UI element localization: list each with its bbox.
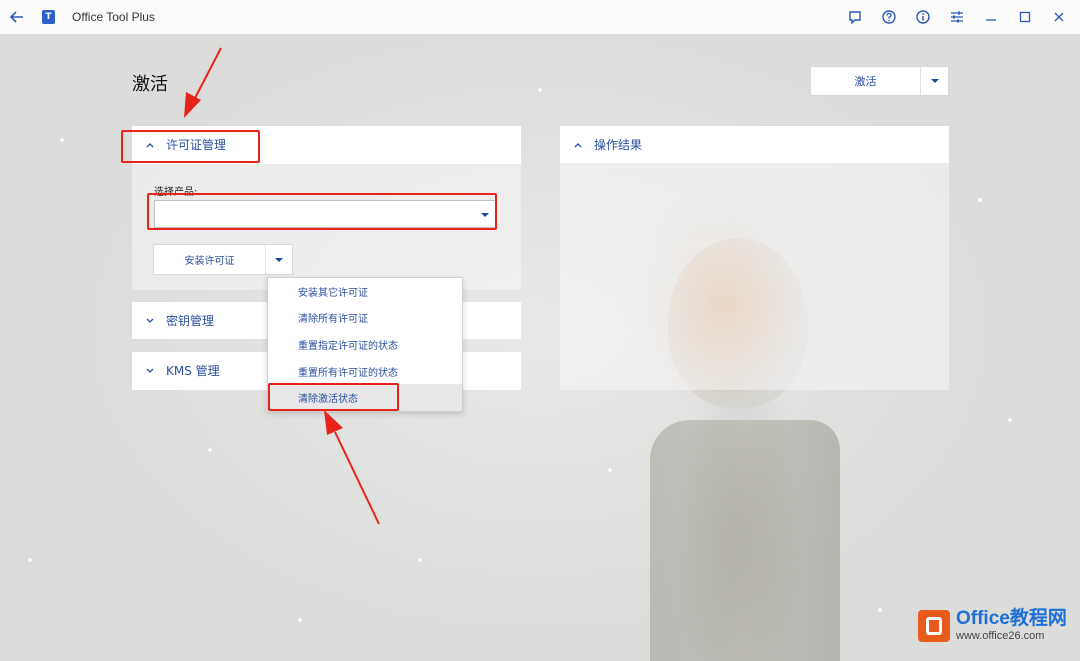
arrow-to-license-header bbox=[184, 47, 222, 118]
arrow-to-clear-activation bbox=[324, 410, 380, 525]
watermark: Office教程网 www.office26.com bbox=[918, 609, 1067, 642]
office-logo-icon bbox=[918, 609, 950, 642]
watermark-url: www.office26.com bbox=[956, 630, 1045, 642]
watermark-name: Office教程网 bbox=[956, 608, 1067, 629]
annotation-arrows bbox=[184, 47, 380, 525]
